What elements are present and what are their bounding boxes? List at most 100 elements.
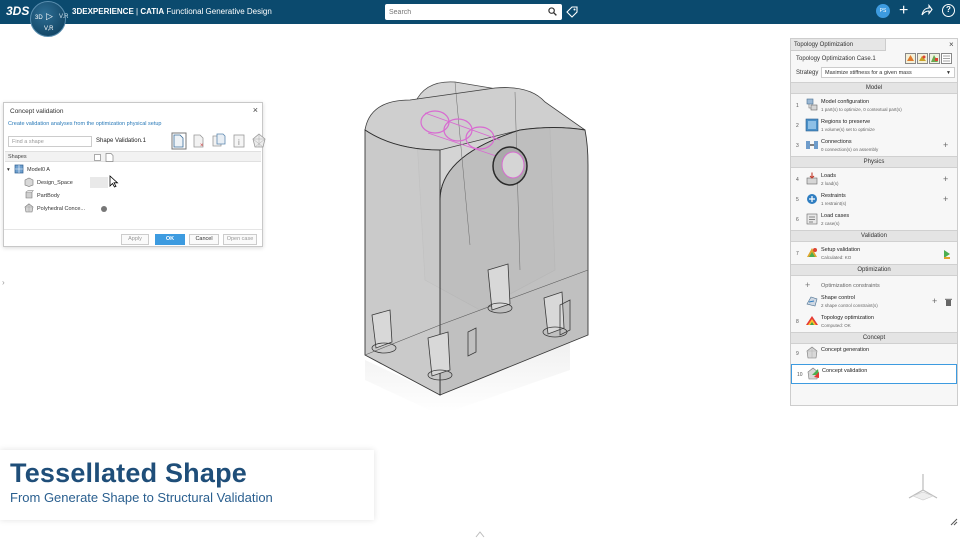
tree-row[interactable]: Design_Space <box>4 177 262 189</box>
step-title: Connections <box>821 139 852 145</box>
expand-left-icon[interactable]: › <box>2 278 5 287</box>
tree-label: Polyhedral Conce... <box>37 206 85 212</box>
ok-button[interactable]: OK <box>155 234 185 245</box>
tree-row[interactable]: PartBody <box>4 190 262 202</box>
shapes-header-label: Shapes <box>8 154 27 160</box>
section-physics[interactable]: Physics <box>791 156 957 168</box>
step-concept-validation[interactable]: 10 Concept validation <box>791 364 957 384</box>
user-avatar[interactable]: PS <box>876 4 890 18</box>
step-connections[interactable]: 3 Connections 0 connection(s) on assembl… <box>791 136 957 156</box>
cancel-button[interactable]: Cancel <box>189 234 219 245</box>
part-icon <box>24 177 34 187</box>
step-title: Concept validation <box>822 368 868 374</box>
add-shape-control-button[interactable]: + <box>932 296 937 306</box>
open-case-button[interactable]: Open case <box>223 234 257 245</box>
add-constraint-icon[interactable]: + <box>805 280 810 290</box>
status-dot <box>101 206 107 212</box>
step-description: 1 restraint(s) <box>821 201 847 206</box>
step-number: 3 <box>796 143 799 149</box>
section-model[interactable]: Model <box>791 82 957 94</box>
video-title-card: Tessellated Shape From Generate Shape to… <box>0 450 374 520</box>
compass-widget[interactable]: 3D ▷ V.R V,R <box>30 1 69 37</box>
strategy-label: Strategy <box>796 70 819 76</box>
step-model-configuration[interactable]: 1 Model configuration 1 part(s) to optim… <box>791 96 957 116</box>
regions-icon <box>805 118 819 132</box>
search-icon[interactable] <box>548 7 557 16</box>
list-icon[interactable] <box>941 53 952 64</box>
add-load-button[interactable]: + <box>943 174 948 184</box>
step-shape-control[interactable]: Shape control 2 shape control constraint… <box>791 292 957 312</box>
section-validation[interactable]: Validation <box>791 230 957 242</box>
step-concept-generation[interactable]: 9 Concept generation <box>791 344 957 364</box>
step-title: Load cases <box>821 213 850 219</box>
step-description: 0 connection(s) on assembly <box>821 147 879 152</box>
orientation-axis-icon[interactable] <box>905 470 941 504</box>
info-icon[interactable]: i <box>231 132 247 150</box>
step-description: 2 case(s) <box>821 221 840 226</box>
step-setup-validation[interactable]: 7 Setup validation Calculated: KO <box>791 244 957 264</box>
share-icon[interactable] <box>920 4 933 17</box>
step-number: 6 <box>796 217 799 223</box>
model-viewport[interactable] <box>330 70 610 410</box>
expand-bottom-icon[interactable] <box>475 530 485 538</box>
restraints-icon <box>807 194 817 204</box>
section-concept[interactable]: Concept <box>791 332 957 344</box>
add-restraint-button[interactable]: + <box>943 194 948 204</box>
body-icon <box>25 190 34 199</box>
loads-icon <box>806 172 818 185</box>
select-all-checkbox[interactable] <box>94 154 101 161</box>
model-front-face <box>364 129 441 396</box>
step-title: Model configuration <box>821 99 870 105</box>
panel-tab[interactable]: Topology Optimization <box>791 39 886 51</box>
ds-logo: 3DS <box>6 4 30 18</box>
tag-icon[interactable] <box>566 6 578 18</box>
results-icon[interactable] <box>917 53 928 64</box>
remove-shape-icon[interactable]: × <box>191 132 207 150</box>
step-number: 5 <box>796 197 799 203</box>
trash-icon[interactable] <box>945 298 952 306</box>
run-validation-icon[interactable] <box>943 249 951 259</box>
tree-label: PartBody <box>37 193 60 199</box>
shape-name[interactable]: Shape Validation.1 <box>96 138 146 144</box>
add-connection-button[interactable]: + <box>943 140 948 150</box>
step-title: Loads <box>821 173 836 179</box>
step-topology-optimization[interactable]: 8 Topology optimization Computed: OK <box>791 312 957 332</box>
collapse-icon[interactable]: ▾ <box>7 167 10 173</box>
step-loads[interactable]: 4 Loads 2 load(s) + <box>791 170 957 190</box>
brand-catia: CATIA <box>140 7 165 16</box>
add-icon[interactable]: + <box>899 3 908 19</box>
apply-button[interactable]: Apply <box>121 234 149 245</box>
step-title: Regions to preserve <box>821 119 871 125</box>
model-configuration-icon <box>806 98 818 111</box>
section-optimization[interactable]: Optimization <box>791 264 957 276</box>
shape-cell[interactable] <box>90 177 108 188</box>
tree-row[interactable]: Polyhedral Conce... <box>4 203 262 215</box>
video-subtitle: From Generate Shape to Structural Valida… <box>10 490 273 505</box>
tree-row[interactable]: ▾ Model0 A <box>4 164 262 176</box>
strategy-select[interactable]: Maximize stiffness for a given mass ▼ <box>821 67 955 78</box>
step-restraints[interactable]: 5 Restraints 1 restraint(s) + <box>791 190 957 210</box>
search-input[interactable] <box>389 6 539 18</box>
step-title: Setup validation <box>821 247 861 253</box>
search-box[interactable] <box>385 4 562 20</box>
run-case-icon[interactable] <box>905 53 916 64</box>
step-description: Computed: OK <box>821 323 851 328</box>
step-regions-to-preserve[interactable]: 2 Regions to preserve 1 volume(s) set to… <box>791 116 957 136</box>
new-shape-icon[interactable] <box>171 132 187 150</box>
compass-vr-label: V.R <box>59 14 69 20</box>
strategy-value: Maximize stiffness for a given mass <box>825 70 912 76</box>
find-shape-input[interactable]: Find a shape <box>8 136 92 147</box>
help-icon[interactable]: ? <box>942 4 955 17</box>
close-icon[interactable]: × <box>949 40 954 49</box>
step-number: 2 <box>796 123 799 129</box>
concept-validation-icon <box>807 367 819 380</box>
mesh-shape-icon[interactable] <box>251 132 267 150</box>
copy-shape-icon[interactable] <box>211 132 227 150</box>
step-load-cases[interactable]: 6 Load cases 2 case(s) <box>791 210 957 230</box>
close-icon[interactable]: × <box>253 105 258 115</box>
compass-version-label: V,R <box>44 26 54 32</box>
connections-icon <box>806 141 818 149</box>
compass-3d-label: 3D <box>35 15 43 21</box>
mesh-results-icon[interactable] <box>929 53 940 64</box>
step-title: Restraints <box>821 193 846 199</box>
